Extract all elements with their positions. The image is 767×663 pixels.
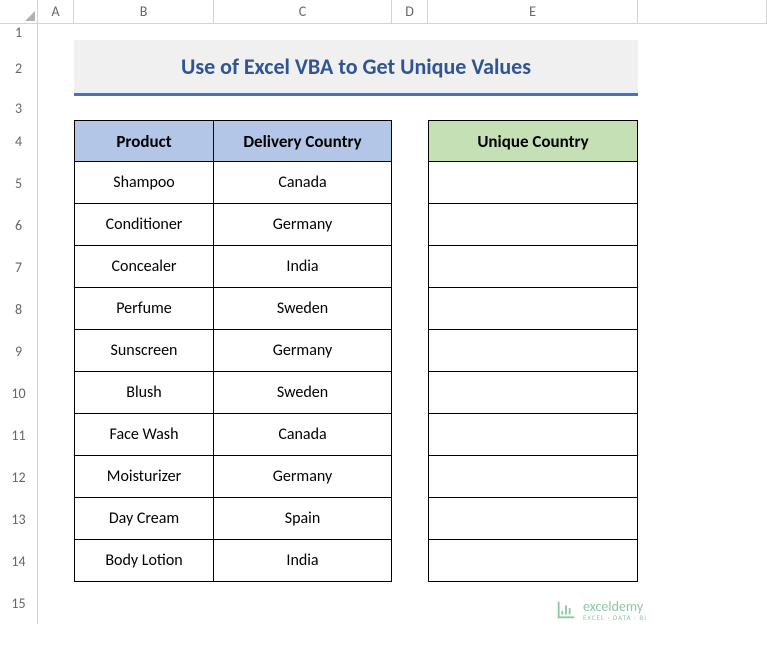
cell-country-1[interactable]: Germany	[214, 204, 392, 246]
cell-unique-8[interactable]	[428, 498, 638, 540]
row-header-9[interactable]: 9	[0, 330, 38, 372]
cell-blank-r7[interactable]	[638, 246, 767, 288]
row-header-14[interactable]: 14	[0, 540, 38, 582]
cell-d6[interactable]	[392, 204, 428, 246]
cell-unique-4[interactable]	[428, 330, 638, 372]
cell-unique-1[interactable]	[428, 204, 638, 246]
header-product[interactable]: Product	[74, 120, 214, 162]
cell-blank-r4[interactable]	[638, 120, 767, 162]
cell-d7[interactable]	[392, 246, 428, 288]
title: Use of Excel VBA to Get Unique Values	[74, 40, 638, 96]
cell-unique-7[interactable]	[428, 456, 638, 498]
cell-country-3[interactable]: Sweden	[214, 288, 392, 330]
cell-d14[interactable]	[392, 540, 428, 582]
header-delivery[interactable]: Delivery Country	[214, 120, 392, 162]
cell-row3[interactable]	[38, 96, 767, 120]
col-header-e[interactable]: E	[428, 0, 638, 24]
cell-product-6[interactable]: Face Wash	[74, 414, 214, 456]
cell-country-5[interactable]: Sweden	[214, 372, 392, 414]
cell-product-7[interactable]: Moisturizer	[74, 456, 214, 498]
cell-row15[interactable]	[38, 582, 767, 624]
cell-product-1[interactable]: Conditioner	[74, 204, 214, 246]
row-header-12[interactable]: 12	[0, 456, 38, 498]
row-header-4[interactable]: 4	[0, 120, 38, 162]
select-all-corner[interactable]	[0, 0, 38, 24]
cell-country-6[interactable]: Canada	[214, 414, 392, 456]
row-header-3[interactable]: 3	[0, 96, 38, 120]
cell-country-0[interactable]: Canada	[214, 162, 392, 204]
watermark-sub: EXCEL · DATA · BI	[583, 614, 647, 621]
cell-country-7[interactable]: Germany	[214, 456, 392, 498]
cell-unique-6[interactable]	[428, 414, 638, 456]
cell-country-2[interactable]: India	[214, 246, 392, 288]
watermark-text: exceldemy	[583, 600, 647, 614]
row-header-2[interactable]: 2	[0, 40, 38, 96]
header-unique[interactable]: Unique Country	[428, 120, 638, 162]
cell-product-2[interactable]: Concealer	[74, 246, 214, 288]
cell-a6[interactable]	[38, 204, 74, 246]
col-header-d[interactable]: D	[392, 0, 428, 24]
cell-a8[interactable]	[38, 288, 74, 330]
cell-product-5[interactable]: Blush	[74, 372, 214, 414]
cell-a11[interactable]	[38, 414, 74, 456]
cell-blank-r13[interactable]	[638, 498, 767, 540]
cell-blank-r8[interactable]	[638, 288, 767, 330]
cell-row1[interactable]	[38, 24, 767, 40]
cell-d9[interactable]	[392, 330, 428, 372]
row-header-15[interactable]: 15	[0, 582, 38, 624]
row-header-10[interactable]: 10	[0, 372, 38, 414]
cell-a13[interactable]	[38, 498, 74, 540]
col-header-c[interactable]: C	[214, 0, 392, 24]
cell-a10[interactable]	[38, 372, 74, 414]
watermark-logo: exceldemy EXCEL · DATA · BI	[555, 599, 647, 621]
cell-product-0[interactable]: Shampoo	[74, 162, 214, 204]
cell-d12[interactable]	[392, 456, 428, 498]
row-header-7[interactable]: 7	[0, 246, 38, 288]
cell-country-8[interactable]: Spain	[214, 498, 392, 540]
row-header-5[interactable]: 5	[0, 162, 38, 204]
cell-unique-5[interactable]	[428, 372, 638, 414]
col-header-b[interactable]: B	[74, 0, 214, 24]
cell-blank-r2[interactable]	[638, 40, 767, 96]
row-header-1[interactable]: 1	[0, 24, 38, 40]
col-header-a[interactable]: A	[38, 0, 74, 24]
cell-blank-r9[interactable]	[638, 330, 767, 372]
cell-blank-r12[interactable]	[638, 456, 767, 498]
cell-d10[interactable]	[392, 372, 428, 414]
cell-unique-9[interactable]	[428, 540, 638, 582]
cell-unique-0[interactable]	[428, 162, 638, 204]
row-header-8[interactable]: 8	[0, 288, 38, 330]
row-header-13[interactable]: 13	[0, 498, 38, 540]
row-header-6[interactable]: 6	[0, 204, 38, 246]
cell-blank-r5[interactable]	[638, 162, 767, 204]
cell-product-4[interactable]: Sunscreen	[74, 330, 214, 372]
cell-blank-r6[interactable]	[638, 204, 767, 246]
cell-a4[interactable]	[38, 120, 74, 162]
cell-a2[interactable]	[38, 40, 74, 96]
cell-product-3[interactable]: Perfume	[74, 288, 214, 330]
cell-unique-2[interactable]	[428, 246, 638, 288]
row-header-11[interactable]: 11	[0, 414, 38, 456]
spreadsheet-grid: A B C D E 1 2 Use of Excel VBA to Get Un…	[0, 0, 767, 624]
cell-product-8[interactable]: Day Cream	[74, 498, 214, 540]
cell-blank-r10[interactable]	[638, 372, 767, 414]
cell-country-4[interactable]: Germany	[214, 330, 392, 372]
col-header-blank[interactable]	[638, 0, 767, 24]
cell-a12[interactable]	[38, 456, 74, 498]
cell-product-9[interactable]: Body Lotion	[74, 540, 214, 582]
cell-d11[interactable]	[392, 414, 428, 456]
cell-d13[interactable]	[392, 498, 428, 540]
cell-country-9[interactable]: India	[214, 540, 392, 582]
chart-icon	[555, 599, 577, 621]
cell-d5[interactable]	[392, 162, 428, 204]
cell-d8[interactable]	[392, 288, 428, 330]
cell-d4[interactable]	[392, 120, 428, 162]
cell-a7[interactable]	[38, 246, 74, 288]
cell-unique-3[interactable]	[428, 288, 638, 330]
cell-blank-r14[interactable]	[638, 540, 767, 582]
cell-a5[interactable]	[38, 162, 74, 204]
cell-a9[interactable]	[38, 330, 74, 372]
cell-blank-r11[interactable]	[638, 414, 767, 456]
cell-a14[interactable]	[38, 540, 74, 582]
